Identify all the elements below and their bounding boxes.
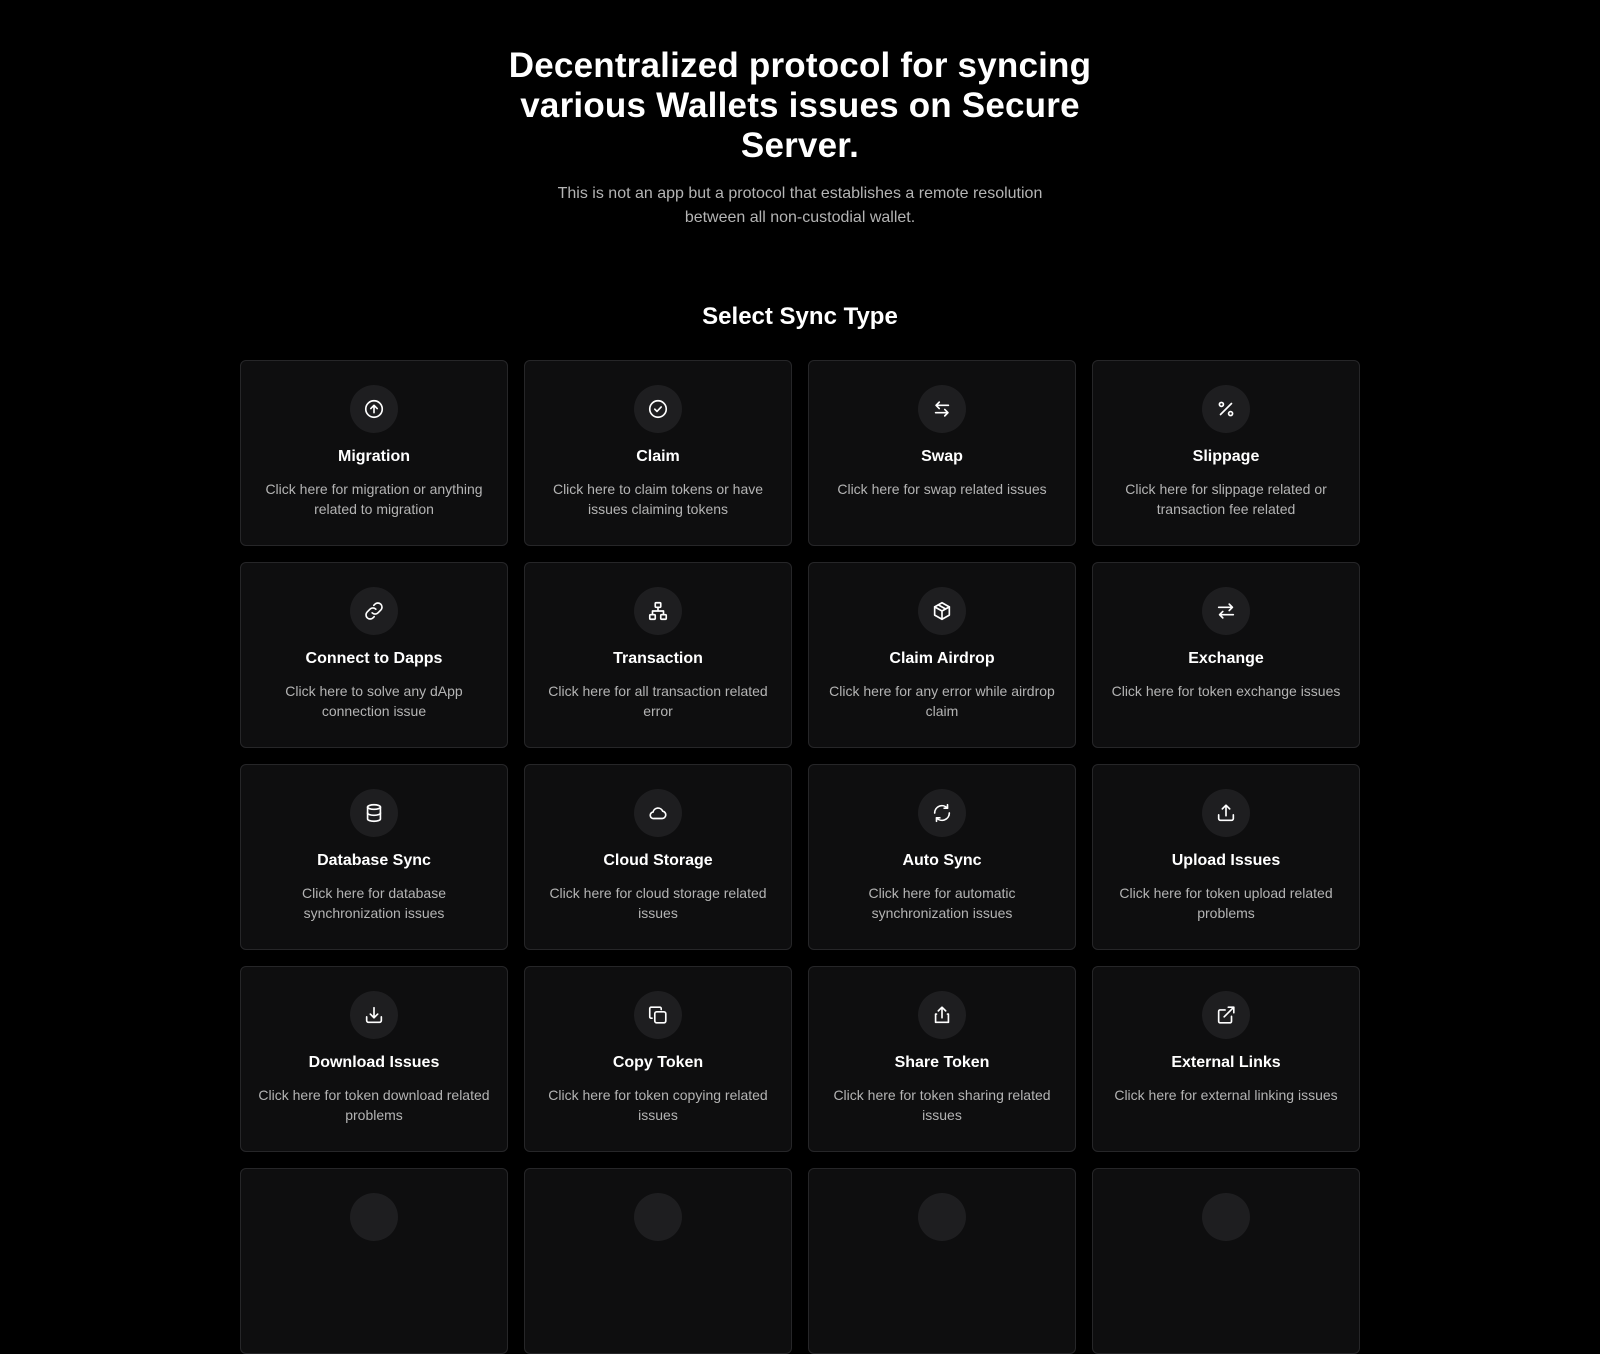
card-title: Slippage	[1192, 448, 1260, 465]
card-description: Click here for token download related pr…	[258, 1087, 490, 1123]
network-icon	[634, 587, 682, 635]
section-title: Select Sync Type	[702, 303, 898, 330]
card-icon	[1202, 1193, 1250, 1241]
card-title: External Links	[1171, 1054, 1281, 1071]
card-description: Click here for token upload related prob…	[1119, 885, 1333, 921]
sync-card-share-token[interactable]: Share Token Click here for token sharing …	[808, 966, 1076, 1152]
check-circle-icon	[634, 385, 682, 433]
card-description: Click here for token copying related iss…	[548, 1087, 768, 1123]
sync-card-exchange[interactable]: Exchange Click here for token exchange is…	[1092, 562, 1360, 748]
card-title: Share Token	[894, 1054, 990, 1071]
card-description: Click here for slippage related or trans…	[1125, 481, 1327, 517]
card-title: Claim Airdrop	[889, 650, 995, 667]
sync-card-swap[interactable]: Swap Click here for swap related issues	[808, 360, 1076, 546]
sync-card-auto-sync[interactable]: Auto Sync Click here for automatic synchr…	[808, 764, 1076, 950]
sync-card-download-issues[interactable]: Download Issues Click here for token down…	[240, 966, 508, 1152]
card-description: Click here for database synchronization …	[302, 885, 446, 921]
page-title: Decentralized protocol for syncing vario…	[508, 46, 1092, 165]
card-icon	[918, 1193, 966, 1241]
refresh-icon	[918, 789, 966, 837]
download-icon	[350, 991, 398, 1039]
card-description: Click here for migration or anything rel…	[265, 481, 483, 517]
sync-card-external-links[interactable]: External Links Click here for external li…	[1092, 966, 1360, 1152]
page-subtitle: This is not an app but a protocol that e…	[557, 185, 1043, 226]
card-title: Download Issues	[308, 1054, 440, 1071]
card-description: Click here to claim tokens or have issue…	[552, 481, 764, 517]
card-description: Click here for external linking issues	[1114, 1087, 1338, 1103]
sync-card-upload-issues[interactable]: Upload Issues Click here for token upload…	[1092, 764, 1360, 950]
card-title: Migration	[338, 448, 410, 465]
sync-card-item-19[interactable]	[808, 1168, 1076, 1354]
card-description: Click here for automatic synchronization…	[868, 885, 1016, 921]
card-title: Upload Issues	[1171, 852, 1281, 869]
sync-card-migration[interactable]: Migration Click here for migration or any…	[240, 360, 508, 546]
sync-card-claim[interactable]: Claim Click here to claim tokens or have …	[524, 360, 792, 546]
sync-card-claim-airdrop[interactable]: Claim Airdrop Click here for any error wh…	[808, 562, 1076, 748]
card-description: Click here for all transaction related e…	[548, 683, 768, 719]
sync-card-item-20[interactable]	[1092, 1168, 1360, 1354]
exchange-arrows-icon	[1202, 587, 1250, 635]
card-description: Click here for token exchange issues	[1111, 683, 1341, 699]
card-title: Claim	[636, 448, 680, 465]
card-title: Cloud Storage	[603, 852, 713, 869]
cloud-icon	[634, 789, 682, 837]
package-icon	[918, 587, 966, 635]
sync-card-item-18[interactable]	[524, 1168, 792, 1354]
card-description: Click here for token sharing related iss…	[833, 1087, 1051, 1123]
sync-card-slippage[interactable]: Slippage Click here for slippage related …	[1092, 360, 1360, 546]
sync-card-transaction[interactable]: Transaction Click here for all transactio…	[524, 562, 792, 748]
card-title: Database Sync	[317, 852, 431, 869]
sync-card-item-17[interactable]	[240, 1168, 508, 1354]
card-description: Click here for any error while airdrop c…	[829, 683, 1055, 719]
copy-icon	[634, 991, 682, 1039]
hero: Decentralized protocol for syncing vario…	[0, 0, 1600, 230]
swap-arrows-icon	[918, 385, 966, 433]
sync-card-cloud-storage[interactable]: Cloud Storage Click here for cloud storag…	[524, 764, 792, 950]
card-title: Exchange	[1188, 650, 1264, 667]
card-title: Connect to Dapps	[305, 650, 443, 667]
card-icon	[634, 1193, 682, 1241]
card-description: Click here to solve any dApp connection …	[285, 683, 463, 719]
sync-type-grid: Migration Click here for migration or any…	[240, 360, 1360, 1354]
card-title: Swap	[921, 448, 963, 465]
link-icon	[350, 587, 398, 635]
arrow-up-circle-icon	[350, 385, 398, 433]
upload-icon	[1202, 789, 1250, 837]
database-icon	[350, 789, 398, 837]
card-title: Copy Token	[612, 1054, 704, 1071]
sync-card-database-sync[interactable]: Database Sync Click here for database syn…	[240, 764, 508, 950]
external-link-icon	[1202, 991, 1250, 1039]
share-icon	[918, 991, 966, 1039]
percent-icon	[1202, 385, 1250, 433]
card-title: Auto Sync	[902, 852, 982, 869]
card-icon	[350, 1193, 398, 1241]
sync-card-copy-token[interactable]: Copy Token Click here for token copying r…	[524, 966, 792, 1152]
card-description: Click here for swap related issues	[837, 481, 1047, 497]
card-description: Click here for cloud storage related iss…	[549, 885, 767, 921]
sync-card-connect-to-dapps[interactable]: Connect to Dapps Click here to solve any …	[240, 562, 508, 748]
card-title: Transaction	[613, 650, 703, 667]
